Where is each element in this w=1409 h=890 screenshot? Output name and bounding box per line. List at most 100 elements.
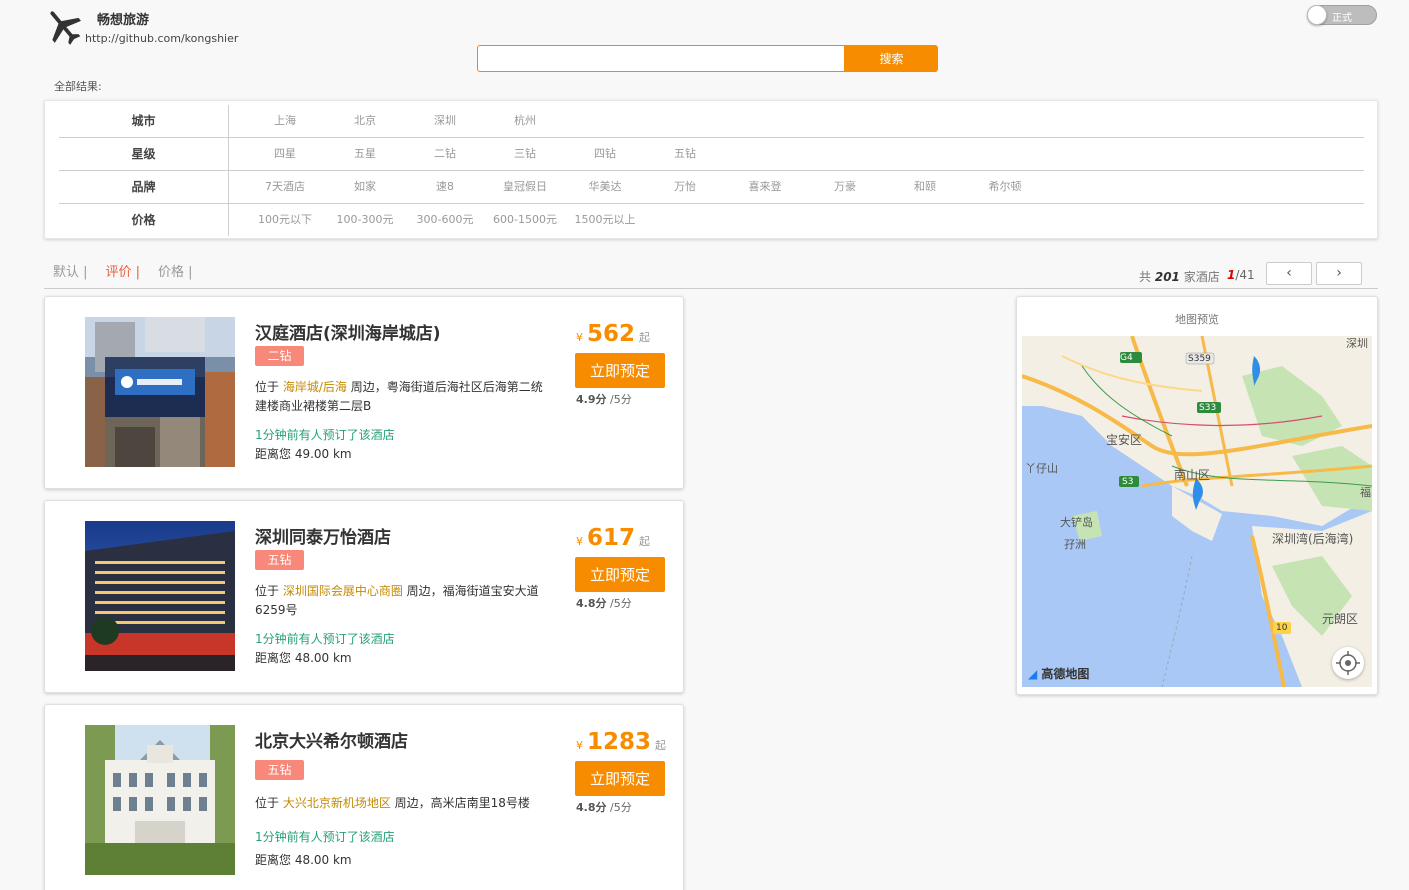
sort-price[interactable]: 价格 | xyxy=(158,261,193,280)
filter-option[interactable]: 三钻 xyxy=(485,138,565,170)
rating: 4.9分 /5分 xyxy=(576,391,632,407)
filter-option[interactable]: 北京 xyxy=(325,105,405,137)
crosshair-icon xyxy=(1336,651,1360,675)
currency-symbol: ¥ xyxy=(576,739,583,752)
chevron-right-icon: › xyxy=(1336,265,1342,281)
filter-option[interactable]: 1500元以上 xyxy=(565,204,645,236)
filter-option[interactable]: 7天酒店 xyxy=(245,171,325,203)
filter-option[interactable]: 皇冠假日 xyxy=(485,171,565,203)
count-prefix: 共 xyxy=(1139,270,1152,284)
toggle-label: 正式 xyxy=(1332,13,1352,24)
next-page-button[interactable]: › xyxy=(1316,262,1362,285)
hotel-name[interactable]: 北京大兴希尔顿酒店 xyxy=(255,727,408,752)
filter-option[interactable]: 上海 xyxy=(245,105,325,137)
filter-option[interactable]: 四星 xyxy=(245,138,325,170)
hotel-photo[interactable] xyxy=(85,317,235,467)
map-label: 孖洲 xyxy=(1064,538,1086,551)
locate-button[interactable] xyxy=(1332,647,1364,679)
search-input[interactable] xyxy=(477,45,845,72)
total-pages: /41 xyxy=(1235,268,1255,282)
filter-option[interactable]: 300-600元 xyxy=(405,204,485,236)
filter-option[interactable]: 和颐 xyxy=(885,171,965,203)
area-link[interactable]: 大兴北京新机场地区 xyxy=(283,796,391,810)
map-label: 大铲岛 xyxy=(1060,516,1093,529)
filter-option[interactable]: 杭州 xyxy=(485,105,565,137)
sort-bar: 默认 | 评价 | 价格 | xyxy=(53,261,211,280)
currency-symbol: ¥ xyxy=(576,535,583,548)
book-now-button[interactable]: 立即预定 xyxy=(575,557,665,592)
filter-options: 四星 五星 二钻 三钻 四钻 五钻 xyxy=(245,138,725,170)
filter-option[interactable]: 华美达 xyxy=(565,171,645,203)
score-max: /5分 xyxy=(610,597,632,610)
filter-option[interactable]: 100元以下 xyxy=(245,204,325,236)
filter-option[interactable]: 100-300元 xyxy=(325,204,405,236)
currency-symbol: ¥ xyxy=(576,331,583,344)
rating: 4.8分 /5分 xyxy=(576,799,632,815)
toggle-knob xyxy=(1307,5,1327,25)
filter-option[interactable]: 四钻 xyxy=(565,138,645,170)
addr-prefix: 位于 xyxy=(255,380,283,394)
recent-booking-note: 1分钟前有人预订了该酒店 xyxy=(255,632,395,646)
filter-option[interactable]: 万怡 xyxy=(645,171,725,203)
prev-page-button[interactable]: ‹ xyxy=(1266,262,1312,285)
area-link[interactable]: 深圳国际会展中心商圈 xyxy=(283,584,403,598)
hotel-card[interactable]: 汉庭酒店(深圳海岸城店) 二钻 位于 海岸城/后海 周边，粤海街道后海社区后海第… xyxy=(44,296,684,489)
hotel-name[interactable]: 汉庭酒店(深圳海岸城店) xyxy=(255,319,441,344)
count-suffix: 家酒店 xyxy=(1183,270,1220,284)
book-now-button[interactable]: 立即预定 xyxy=(575,353,665,388)
filter-option[interactable]: 速8 xyxy=(405,171,485,203)
hotel-address: 位于 海岸城/后海 周边，粤海街道后海社区后海第二统建楼商业裙楼第二层B xyxy=(255,378,550,416)
recent-booking-note: 1分钟前有人预订了该酒店 xyxy=(255,830,395,844)
filter-panel: 城市 上海 北京 深圳 杭州 星级 四星 五星 二钻 三钻 四钻 五钻 品牌 7… xyxy=(44,100,1378,239)
filter-options: 上海 北京 深圳 杭州 xyxy=(245,105,565,137)
price: ¥562 起 xyxy=(576,321,650,347)
map-label: 丫仔山 xyxy=(1025,462,1058,475)
map-logo-text: 高德地图 xyxy=(1041,667,1090,681)
area-link[interactable]: 海岸城/后海 xyxy=(283,380,347,394)
map-view[interactable]: G4 S359 S33 S3 10 宝安区 南山区 深圳湾(后海湾) 元朗区 大… xyxy=(1022,336,1372,687)
sort-default[interactable]: 默认 | xyxy=(53,261,88,280)
distance-text: 距离您 48.00 km xyxy=(255,853,352,867)
addr-prefix: 位于 xyxy=(255,584,283,598)
filter-option[interactable]: 如家 xyxy=(325,171,405,203)
filter-option[interactable]: 五星 xyxy=(325,138,405,170)
map-label: 元朗区 xyxy=(1322,612,1359,626)
price: ¥617 起 xyxy=(576,525,650,551)
addr-suffix: 周边，高米店南里18号楼 xyxy=(390,796,530,810)
hotel-photo[interactable] xyxy=(85,521,235,671)
search-button[interactable]: 搜索 xyxy=(845,45,938,72)
filter-label: 品牌 xyxy=(59,171,229,203)
star-tag: 五钻 xyxy=(255,760,304,780)
price-value: 1283 xyxy=(587,729,652,755)
brand-url[interactable]: http://github.com/kongshier xyxy=(85,32,238,45)
filter-option[interactable]: 二钻 xyxy=(405,138,485,170)
divider xyxy=(44,288,1378,289)
map-road-badge: S33 xyxy=(1199,403,1217,413)
filter-row-star: 星级 四星 五星 二钻 三钻 四钻 五钻 xyxy=(59,138,1364,171)
filter-option[interactable]: 万豪 xyxy=(805,171,885,203)
price-value: 562 xyxy=(587,321,636,347)
brand-name: 畅想旅游 xyxy=(97,13,150,28)
filter-row-brand: 品牌 7天酒店 如家 速8 皇冠假日 华美达 万怡 喜来登 万豪 和颐 希尔顿 xyxy=(59,171,1364,204)
map-label: 南山区 xyxy=(1174,468,1211,482)
hotel-card[interactable]: 深圳同泰万怡酒店 五钻 位于 深圳国际会展中心商圈 周边，福海街道宝安大道 62… xyxy=(44,500,684,693)
price-from: 起 xyxy=(639,535,651,548)
hotel-name[interactable]: 深圳同泰万怡酒店 xyxy=(255,523,391,548)
filter-option[interactable]: 深圳 xyxy=(405,105,485,137)
filter-option[interactable]: 希尔顿 xyxy=(965,171,1045,203)
map-road-badge: G4 xyxy=(1120,353,1133,363)
filter-option[interactable]: 喜来登 xyxy=(725,171,805,203)
hotel-photo[interactable] xyxy=(85,725,235,875)
map-road-badge: 10 xyxy=(1276,623,1288,633)
filter-option[interactable]: 600-1500元 xyxy=(485,204,565,236)
env-toggle[interactable]: 正式 xyxy=(1307,5,1377,25)
navigation-arrow-icon: ◢ xyxy=(1028,667,1038,681)
distance-text: 距离您 48.00 km xyxy=(255,651,352,665)
star-tag: 五钻 xyxy=(255,550,304,570)
filter-option[interactable]: 五钻 xyxy=(645,138,725,170)
book-now-button[interactable]: 立即预定 xyxy=(575,761,665,796)
hotel-card[interactable]: 北京大兴希尔顿酒店 五钻 位于 大兴北京新机场地区 周边，高米店南里18号楼 1… xyxy=(44,704,684,890)
filter-label: 价格 xyxy=(59,204,229,236)
hotel-count: 共 201 家酒店 xyxy=(1139,268,1220,285)
sort-rating[interactable]: 评价 | xyxy=(106,261,141,280)
